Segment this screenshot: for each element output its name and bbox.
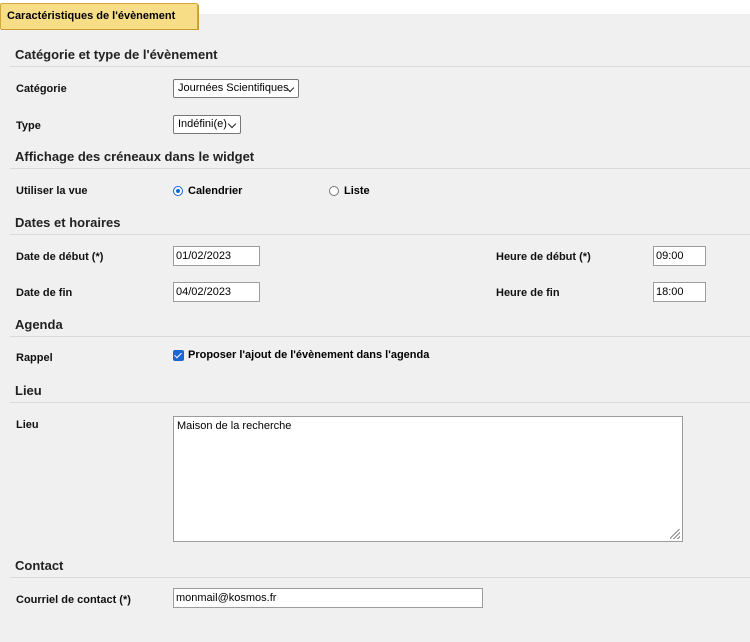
date-debut-label: Date de début (*) (16, 251, 104, 263)
section-title-category: Catégorie et type de l'évènement (15, 47, 218, 62)
heure-debut-label: Heure de début (*) (496, 251, 591, 263)
categorie-select[interactable]: Journées Scientifiques (173, 79, 299, 98)
type-select-value: Indéfini(e) (178, 118, 227, 130)
heure-fin-input[interactable]: 18:00 (653, 282, 706, 302)
lieu-textarea-value: Maison de la recherche (177, 420, 292, 432)
type-select[interactable]: Indéfini(e) (173, 115, 241, 134)
section-title-lieu: Lieu (15, 383, 42, 398)
radio-calendrier-label[interactable]: Calendrier (188, 185, 242, 197)
vue-label: Utiliser la vue (16, 185, 88, 197)
categorie-label: Catégorie (16, 83, 67, 95)
section-divider (10, 168, 750, 169)
lieu-label: Lieu (16, 419, 39, 431)
section-title-contact: Contact (15, 558, 64, 573)
section-divider (10, 336, 750, 337)
section-divider (10, 66, 750, 67)
categorie-select-value: Journées Scientifiques (178, 82, 289, 94)
chevron-down-icon (227, 119, 237, 129)
section-title-agenda: Agenda (15, 317, 63, 332)
rappel-checkbox[interactable] (173, 350, 184, 361)
tab-caracteristiques[interactable]: Caractéristiques de l'évènement (0, 3, 198, 29)
resize-handle-icon[interactable] (670, 529, 680, 539)
section-divider (10, 234, 750, 235)
contact-label: Courriel de contact (*) (16, 594, 131, 606)
section-title-dates: Dates et horaires (15, 215, 121, 230)
heure-fin-label: Heure de fin (496, 287, 560, 299)
date-debut-input[interactable]: 01/02/2023 (173, 246, 260, 266)
rappel-checkbox-label[interactable]: Proposer l'ajout de l'évènement dans l'a… (188, 349, 429, 361)
date-fin-label: Date de fin (16, 287, 73, 299)
section-title-widget: Affichage des créneaux dans le widget (15, 149, 255, 164)
radio-calendrier[interactable] (173, 186, 183, 196)
radio-liste[interactable] (329, 186, 339, 196)
type-label: Type (16, 120, 41, 132)
lieu-textarea[interactable]: Maison de la recherche (173, 416, 683, 542)
section-divider (10, 577, 750, 578)
radio-liste-label[interactable]: Liste (344, 185, 370, 197)
rappel-label: Rappel (16, 352, 53, 364)
form-panel (0, 14, 750, 642)
heure-debut-input[interactable]: 09:00 (653, 246, 706, 266)
date-fin-input[interactable]: 04/02/2023 (173, 282, 260, 302)
section-divider (10, 402, 750, 403)
contact-email-input[interactable]: monmail@kosmos.fr (173, 588, 483, 608)
